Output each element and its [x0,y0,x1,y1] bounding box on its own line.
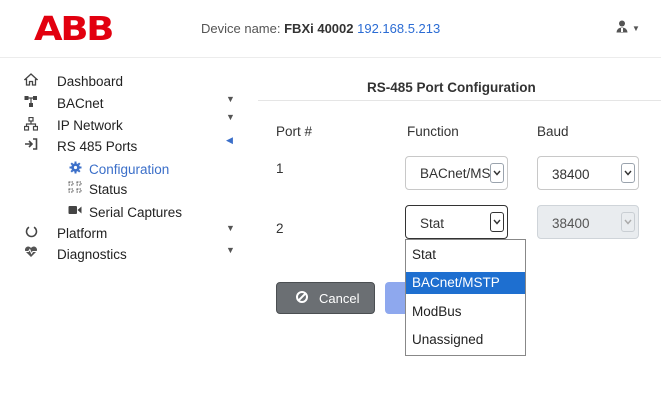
circle-icon [23,225,39,241]
sidebar-item-platform[interactable]: Platform ▼ [0,223,245,244]
device-label: Device name: [201,21,281,36]
dropdown-option-modbus[interactable]: ModBus [406,301,525,323]
expand-arrow-icon[interactable]: ▼ [226,223,235,233]
home-icon [23,73,39,89]
function-select-port-1[interactable]: BACnet/MSTP [405,156,508,190]
dropdown-option-bacnet-mstp[interactable]: BACnet/MSTP [406,272,525,294]
select-value: 38400 [552,167,590,182]
function-select-port-2[interactable]: Stat [405,205,508,239]
port-number: 1 [276,161,284,176]
expand-arrow-icon[interactable]: ▼ [226,94,235,104]
status-icon [67,181,83,196]
baud-column-header: Baud [537,124,569,139]
chevron-down-icon [621,212,635,232]
sidebar-item-serial-captures[interactable]: Serial Captures [0,203,245,223]
sidebar-item-label: Configuration [89,162,170,177]
port-number: 2 [276,221,284,236]
sidebar-item-rs485-ports[interactable]: RS 485 Ports ◀ [0,135,245,157]
device-name: FBXi 40002 [284,21,354,36]
sitemap-icon [23,116,39,134]
abb-logo[interactable]: ABB [34,12,114,45]
baud-select-port-2: 38400 [537,205,639,239]
save-button[interactable] [385,282,407,314]
dropdown-option-stat[interactable]: Stat [406,244,525,266]
device-info: Device name: FBXi 40002 192.168.5.213 [201,21,440,36]
ban-icon [296,291,308,303]
sidebar-item-label: Diagnostics [57,247,127,262]
sidebar-item-label: IP Network [57,118,123,133]
function-column-header: Function [407,124,459,139]
function-dropdown-list[interactable]: Stat BACnet/MSTP ModBus Unassigned [405,239,526,356]
sidebar-item-ip-network[interactable]: IP Network ▼ [0,112,245,136]
sidebar-item-label: Status [89,182,128,197]
network-tree-icon [23,95,39,111]
sidebar-item-bacnet[interactable]: BACnet ▼ [0,94,245,114]
user-icon [616,20,628,33]
chevron-down-icon [490,212,504,232]
expand-arrow-icon[interactable]: ▼ [226,112,235,122]
user-menu[interactable]: ▼ [616,20,640,36]
sidebar-item-status[interactable]: Status [0,180,245,200]
sidebar-item-label: BACnet [57,96,104,111]
sidebar-item-configuration[interactable]: Configuration [0,160,245,180]
app-header: ABB Device name: FBXi 40002 192.168.5.21… [0,0,661,58]
cancel-button[interactable]: Cancel [276,282,375,314]
chevron-down-icon [621,163,635,183]
sidebar-item-label: Dashboard [57,74,124,89]
header-divider [0,57,661,58]
sidebar-item-diagnostics[interactable]: Diagnostics ▼ [0,245,245,265]
title-divider [258,100,661,101]
sidebar-item-label: Serial Captures [89,205,183,220]
sign-in-icon [23,138,39,153]
video-icon [67,204,83,218]
cancel-label: Cancel [319,291,360,306]
select-value: 38400 [552,216,590,231]
collapse-arrow-icon[interactable]: ◀ [226,135,233,146]
sidebar-item-label: Platform [57,226,108,241]
select-value: BACnet/MSTP [420,166,492,181]
baud-select-port-1[interactable]: 38400 [537,156,639,190]
heartbeat-icon [23,246,39,261]
port-column-header: Port # [276,124,313,139]
sidebar-item-dashboard[interactable]: Dashboard [0,72,245,92]
device-ip: 192.168.5.213 [357,21,441,36]
chevron-down-icon [490,163,504,183]
sidebar-item-label: RS 485 Ports [57,139,138,154]
page-title: RS-485 Port Configuration [367,80,536,95]
expand-arrow-icon[interactable]: ▼ [226,245,235,255]
gear-icon [67,161,83,177]
chevron-down-icon: ▼ [632,24,640,33]
select-value: Stat [420,216,445,231]
dropdown-option-unassigned[interactable]: Unassigned [406,329,525,351]
